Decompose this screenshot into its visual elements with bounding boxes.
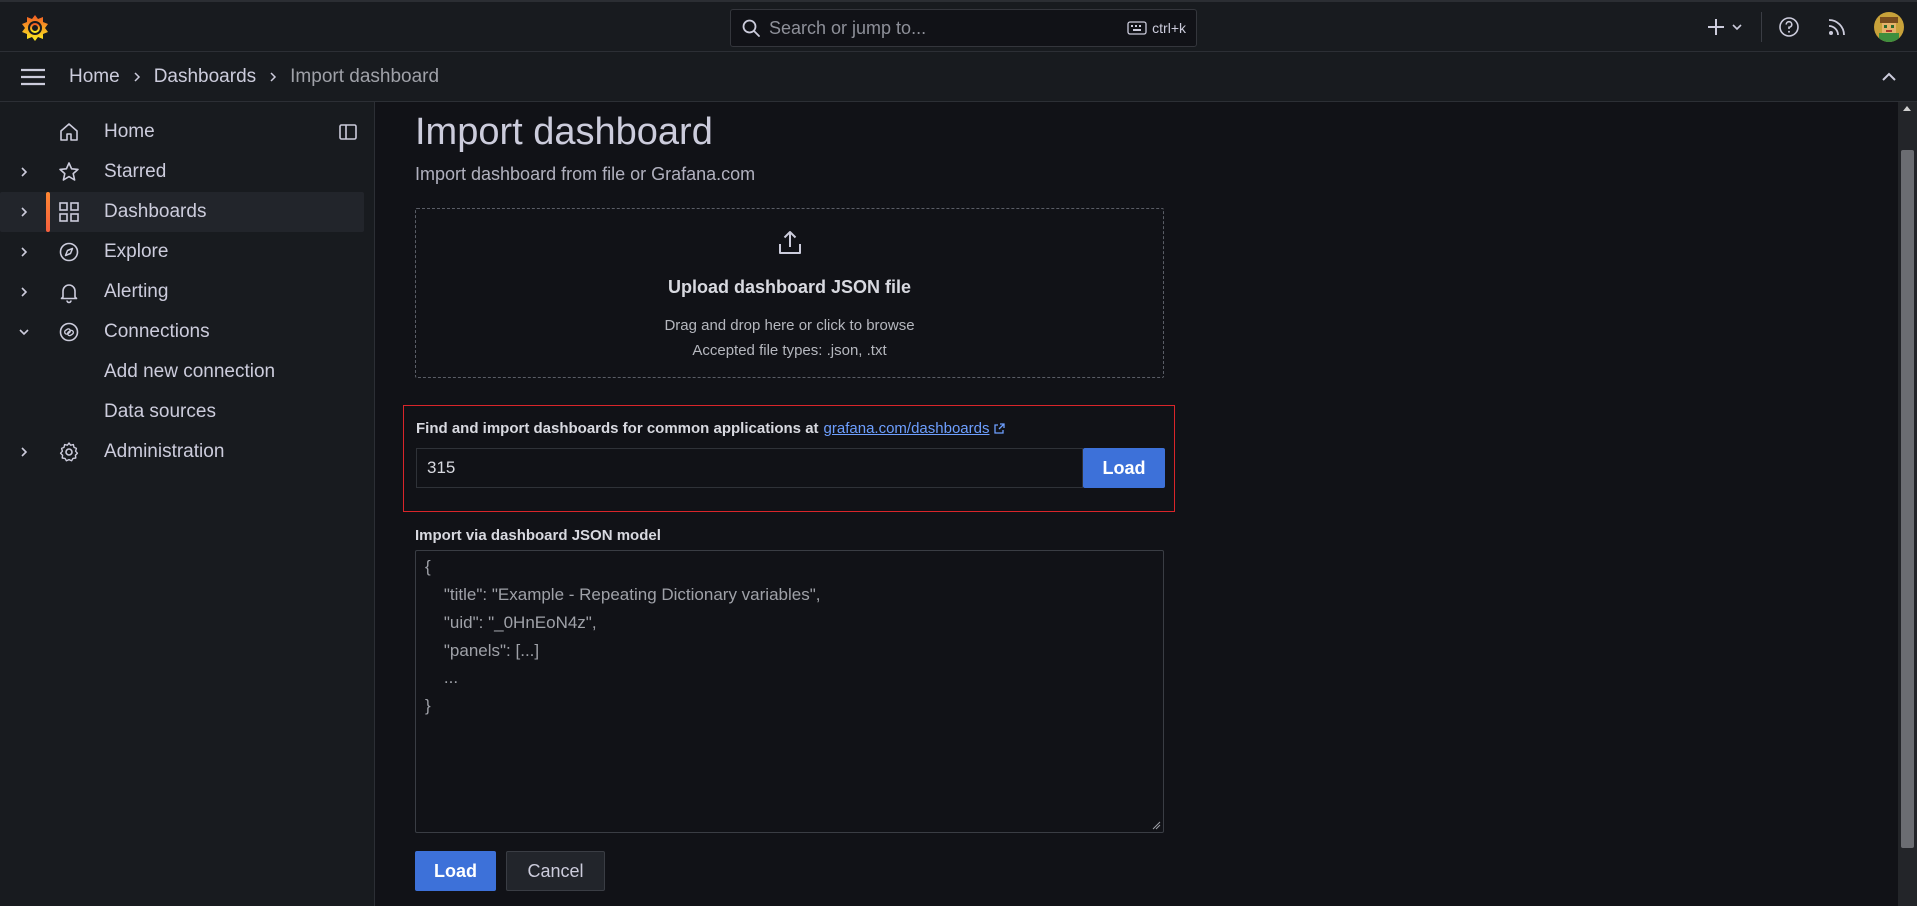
avatar[interactable] [1874, 12, 1904, 42]
link-icon [59, 322, 79, 342]
sidebar: Home Starred Dashboards Explore Alerting… [0, 102, 375, 906]
chevron-right-icon[interactable] [17, 285, 31, 299]
scrollbar-thumb[interactable] [1901, 150, 1914, 848]
json-placeholder-line: "title": "Example - Repeating Dictionary… [425, 585, 821, 604]
json-placeholder-line: } [425, 696, 431, 715]
json-placeholder-line: "uid": "_0HnEoN4z", [425, 613, 597, 632]
chevron-right-icon[interactable] [17, 165, 31, 179]
cog-icon [59, 442, 79, 462]
json-placeholder-line: ... [425, 668, 459, 687]
bell-icon [60, 284, 78, 304]
grafana-logo-icon[interactable] [20, 13, 50, 43]
search-bar[interactable]: Search or jump to... ctrl+k [730, 9, 1197, 47]
sidebar-item-dashboards[interactable]: Dashboards [0, 192, 364, 232]
home-icon [60, 123, 78, 141]
sidebar-item-label: Home [104, 121, 155, 142]
upload-hint: Drag and drop here or click to browse [664, 317, 915, 334]
breadcrumb-bar: Home Dashboards Import dashboard [0, 52, 1917, 102]
search-icon [742, 19, 760, 37]
resize-handle-icon[interactable] [1151, 820, 1161, 830]
upload-file-types: Accepted file types: .json, .txt [692, 342, 887, 359]
sidebar-item-alerting[interactable]: Alerting [0, 272, 364, 312]
sidebar-item-label: Alerting [104, 281, 169, 302]
grafana-com-label-text: Find and import dashboards for common ap… [416, 420, 819, 437]
star-icon [59, 162, 79, 181]
top-right-actions [1705, 2, 1917, 52]
upload-dropzone[interactable]: Upload dashboard JSON file Drag and drop… [415, 208, 1164, 378]
sidebar-item-label: Connections [104, 321, 210, 342]
grafana-com-link[interactable]: grafana.com/dashboards [824, 420, 990, 437]
page-scrollbar[interactable] [1898, 102, 1917, 906]
sidebar-item-label: Data sources [104, 401, 216, 422]
chevron-down-icon [1732, 24, 1742, 31]
chevron-up-icon[interactable] [1879, 67, 1899, 87]
plus-icon [1708, 19, 1724, 35]
avatar-image [1874, 12, 1904, 42]
grafana-com-label: Find and import dashboards for common ap… [416, 420, 1006, 437]
sidebar-item-label: Starred [104, 161, 167, 182]
breadcrumb-current: Import dashboard [290, 66, 440, 87]
new-button[interactable] [1705, 16, 1743, 38]
sidebar-item-starred[interactable]: Starred [0, 152, 364, 192]
search-shortcut: ctrl+k [1127, 20, 1186, 36]
grafana-com-import-section: Find and import dashboards for common ap… [403, 405, 1175, 512]
search-placeholder: Search or jump to... [769, 17, 927, 38]
chevron-down-icon[interactable] [17, 325, 31, 339]
sidebar-item-home[interactable]: Home [0, 112, 364, 152]
menu-icon[interactable] [20, 65, 46, 89]
breadcrumb-dashboards[interactable]: Dashboards [154, 66, 256, 88]
breadcrumb: Home Dashboards Import dashboard [69, 52, 439, 102]
upload-title: Upload dashboard JSON file [667, 277, 912, 297]
help-icon[interactable] [1778, 16, 1800, 38]
json-placeholder-line: "panels": [...] [425, 641, 540, 660]
external-link-icon [994, 422, 1006, 434]
keyboard-icon [1127, 21, 1147, 35]
chevron-right-icon[interactable] [17, 205, 31, 219]
sidebar-item-label: Administration [104, 441, 225, 462]
sidebar-item-explore[interactable]: Explore [0, 232, 364, 272]
grafana-com-load-button[interactable]: Load [1083, 448, 1165, 488]
shortcut-label: ctrl+k [1152, 20, 1186, 36]
upload-icon [779, 231, 801, 254]
grafana-com-dashboard-id-input[interactable] [416, 448, 1083, 488]
load-button[interactable]: Load [415, 851, 496, 891]
apps-icon [59, 202, 79, 222]
breadcrumb-home[interactable]: Home [69, 66, 120, 88]
main-content: Import dashboard Import dashboard from f… [376, 102, 1898, 906]
page-subtitle: Import dashboard from file or Grafana.co… [415, 164, 756, 184]
chevron-right-icon[interactable] [17, 445, 31, 459]
compass-icon [59, 242, 79, 262]
sidebar-item-label: Explore [104, 241, 169, 262]
json-model-label: Import via dashboard JSON model [415, 527, 661, 544]
rss-icon[interactable] [1826, 16, 1848, 38]
cancel-button[interactable]: Cancel [506, 851, 605, 891]
divider [1761, 12, 1762, 42]
sidebar-item-data-sources[interactable]: Data sources [0, 392, 364, 432]
chevron-right-icon [270, 72, 277, 82]
chevron-right-icon [134, 72, 140, 82]
sidebar-item-add-new-connection[interactable]: Add new connection [0, 352, 364, 392]
sidebar-item-label: Dashboards [104, 201, 207, 222]
scroll-up-arrow-icon[interactable] [1902, 104, 1912, 112]
sidebar-item-administration[interactable]: Administration [0, 432, 364, 472]
chevron-right-icon[interactable] [17, 245, 31, 259]
sidebar-item-connections[interactable]: Connections [0, 312, 364, 352]
page-title: Import dashboard [415, 111, 713, 153]
top-bar: Search or jump to... ctrl+k [0, 0, 1917, 52]
sidebar-item-label: Add new connection [104, 361, 276, 382]
json-model-textarea[interactable]: { "title": "Example - Repeating Dictiona… [415, 550, 1164, 833]
json-placeholder-line: { [425, 557, 431, 576]
